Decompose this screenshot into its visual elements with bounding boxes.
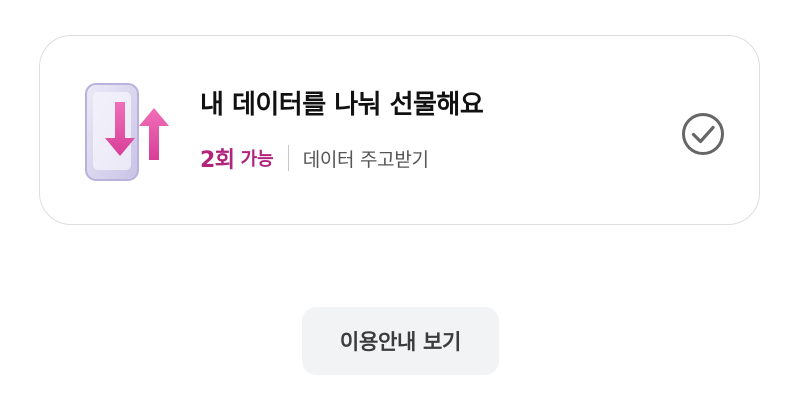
check-circle-icon[interactable] (681, 112, 725, 156)
data-gift-card[interactable]: 내 데이터를 나눠 선물해요 2회 가능 데이터 주고받기 (39, 35, 760, 225)
card-description: 데이터 주고받기 (302, 148, 429, 171)
divider (287, 145, 289, 171)
card-title: 내 데이터를 나눠 선물해요 (200, 90, 484, 120)
availability-label: 가능 (240, 149, 274, 170)
gift-count: 2회 (200, 148, 235, 173)
phone-data-transfer-icon (85, 83, 169, 181)
card-subtitle: 2회 가능 데이터 주고받기 (200, 142, 429, 174)
usage-guide-button[interactable]: 이용안내 보기 (302, 307, 499, 375)
